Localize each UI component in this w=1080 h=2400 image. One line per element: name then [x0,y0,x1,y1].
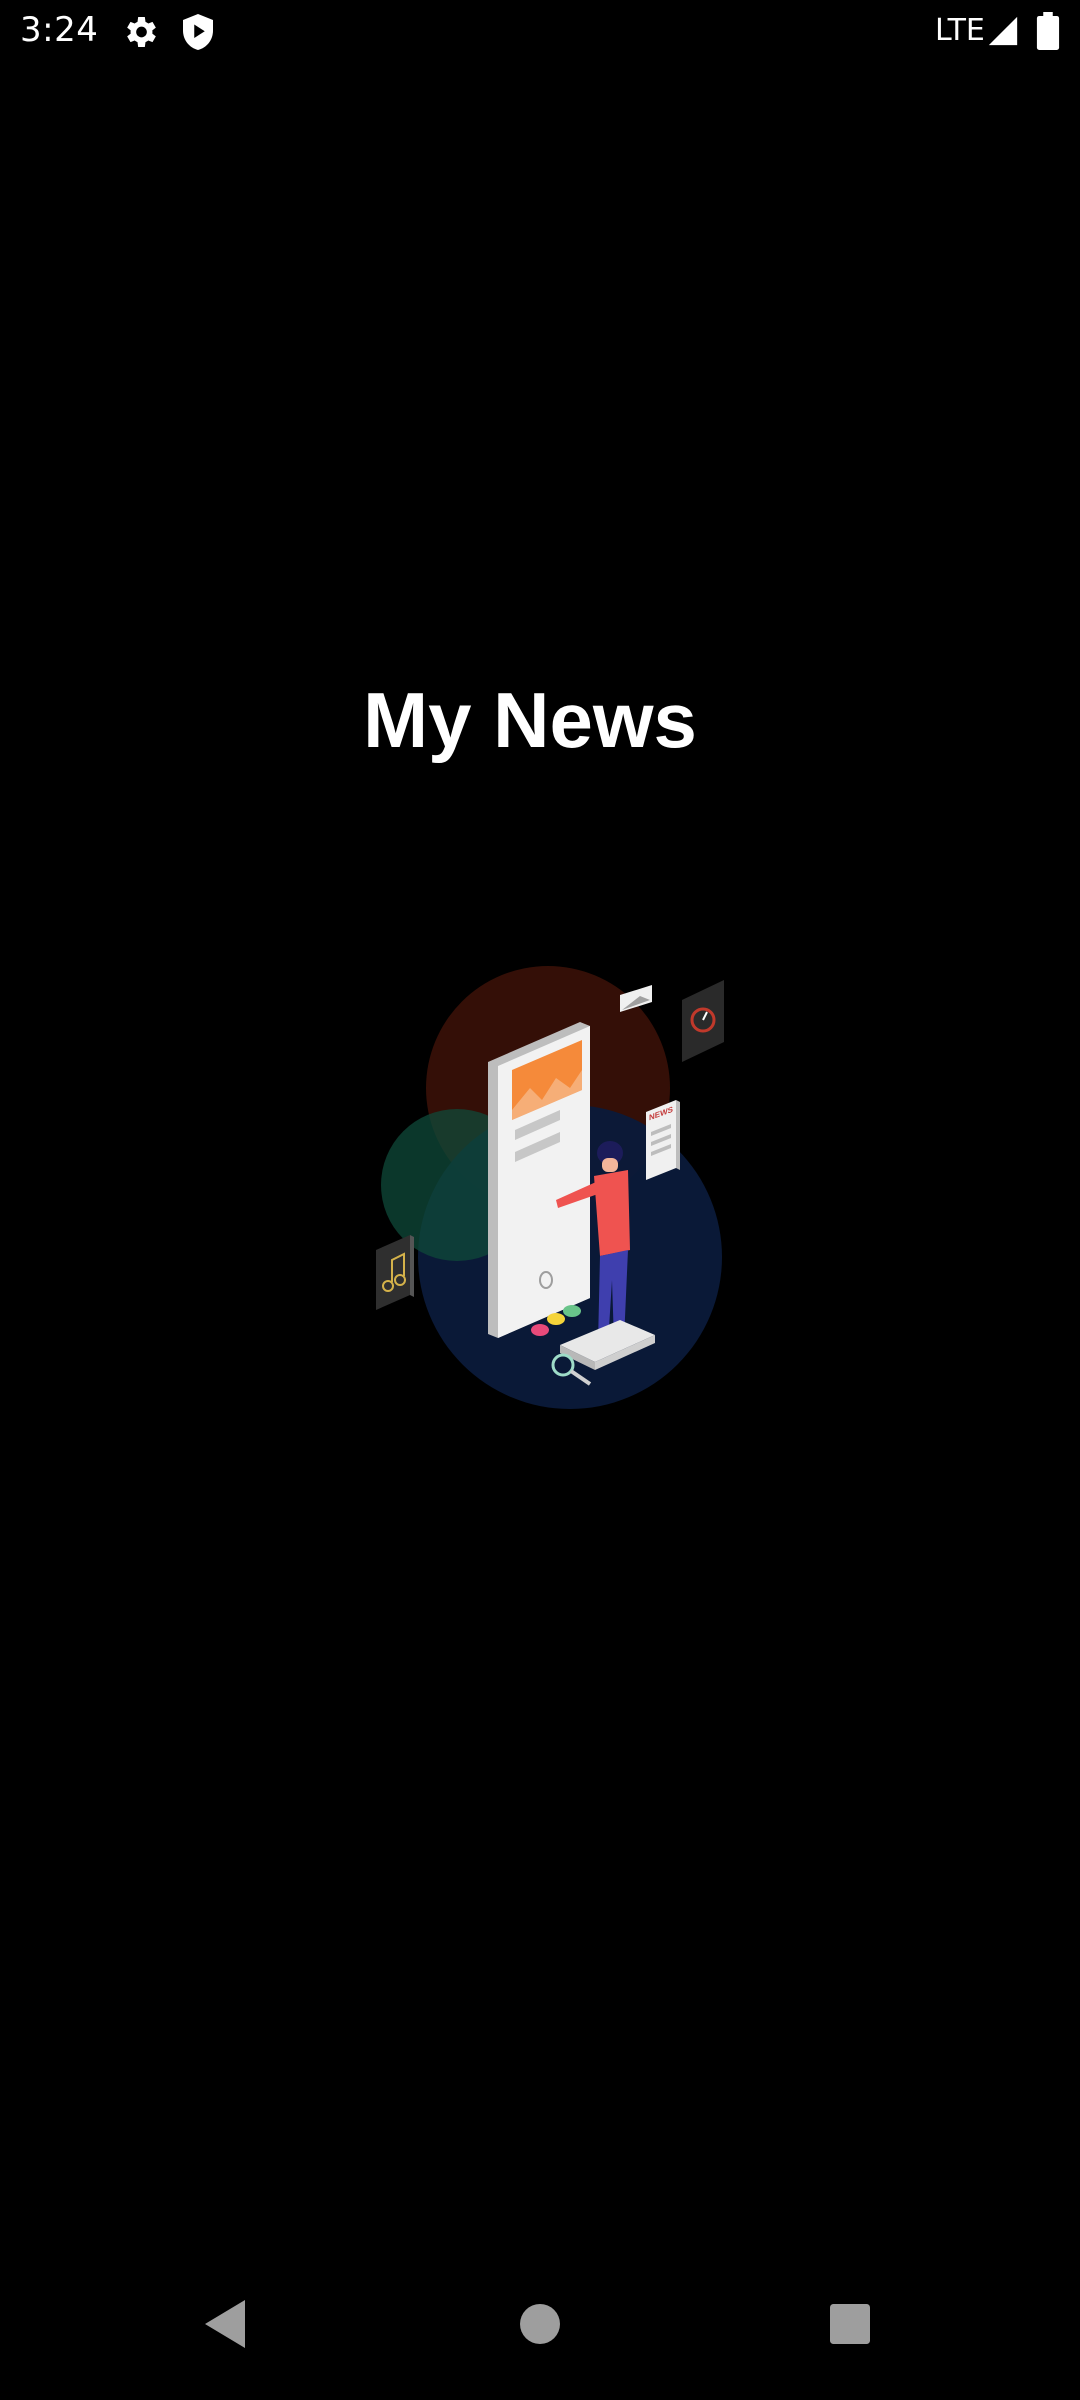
status-bar: 3:24 LTE [0,0,1080,62]
shield-icon [183,14,213,50]
phone-device [488,1022,590,1338]
coin-green [563,1305,581,1317]
news-illustration: NEWS [376,966,724,1409]
back-button[interactable] [200,2298,250,2350]
battery-icon [1036,12,1060,50]
gauge-card [682,980,724,1062]
home-button[interactable] [520,2304,560,2344]
signal-icon [988,16,1018,46]
newspaper-card: NEWS [646,1100,680,1180]
coin-yellow [547,1313,565,1325]
navigation-bar [0,2270,1080,2400]
app-title: My News [363,676,697,764]
gear-icon [127,17,156,47]
recents-button[interactable] [830,2304,870,2344]
coin-pink [531,1324,549,1336]
music-card [376,1235,414,1310]
status-time: 3:24 [20,10,99,50]
network-type-label: LTE [935,13,985,48]
